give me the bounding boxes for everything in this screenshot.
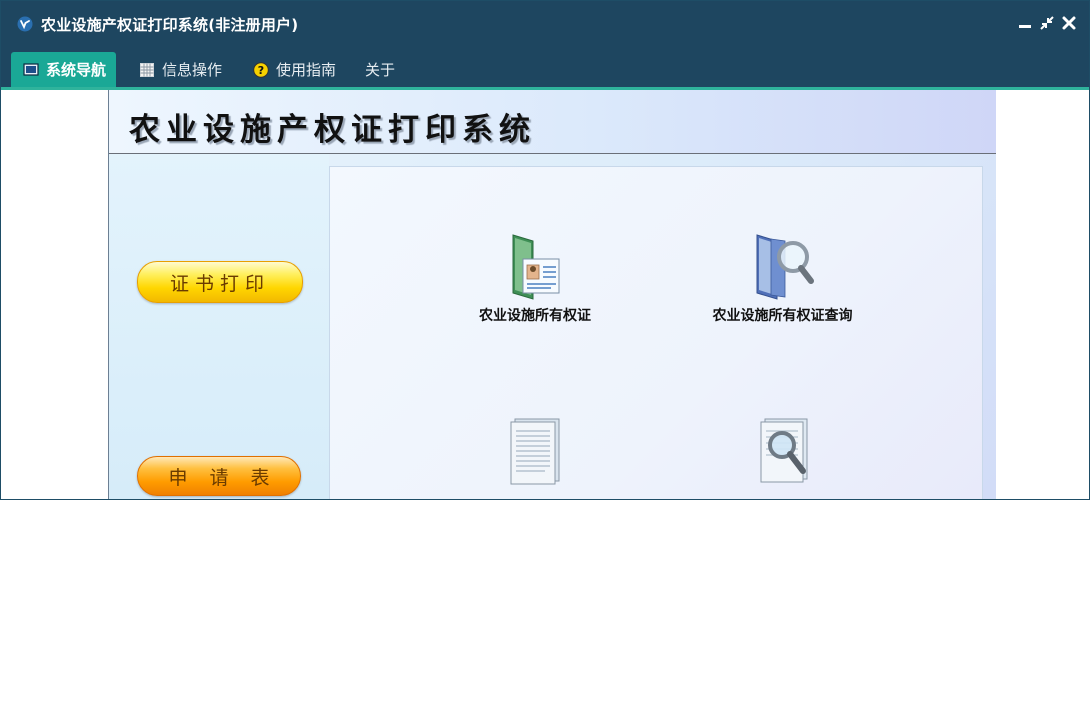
tab-user-guide[interactable]: ? 使用指南 — [253, 52, 336, 87]
tab-information-operation[interactable]: 信息操作 — [139, 52, 222, 87]
restore-icon[interactable] — [1039, 15, 1055, 31]
svg-text:?: ? — [258, 64, 264, 77]
tab-about[interactable]: 关于 — [365, 52, 395, 87]
main-panel: 农业设施所有权证 农业设施所有权证查询 — [329, 166, 983, 499]
tile-ownership-certificate-query[interactable]: 农业设施所有权证查询 — [700, 231, 865, 325]
tile-label: 农业设施所有权证 — [479, 308, 591, 324]
tab-system-navigation[interactable]: 系统导航 — [11, 52, 117, 87]
tab-label: 使用指南 — [276, 61, 337, 79]
tile-document-search[interactable] — [750, 417, 820, 489]
title-bar: 农业设施产权证打印系统(非注册用户) — [1, 1, 1089, 47]
application-form-button[interactable]: 申请表 — [137, 456, 301, 496]
monitor-icon — [23, 62, 39, 76]
grid-icon — [140, 62, 154, 77]
window-title: 农业设施产权证打印系统(非注册用户) — [41, 16, 299, 34]
left-nav: 证书打印 申请表 — [109, 154, 329, 499]
app-window: 农业设施产权证打印系统(非注册用户) 系统导航 信息操作 ? 使用指南 关于 农… — [0, 0, 1090, 500]
banner: 农业设施产权证打印系统 — [109, 90, 996, 154]
close-icon[interactable] — [1061, 15, 1077, 31]
certificate-print-button[interactable]: 证书打印 — [137, 261, 303, 303]
document-search-icon — [760, 418, 808, 483]
tile-ownership-certificate[interactable]: 农业设施所有权证 — [460, 231, 610, 325]
document-icon — [510, 418, 560, 485]
folder-search-icon — [756, 234, 814, 300]
app-panel: 农业设施产权证打印系统 证书打印 申请表 农业设施所有权证 农业设施所有权证查询 — [108, 90, 996, 499]
application-form-label: 申请表 — [168, 466, 292, 489]
tile-label: 农业设施所有权证查询 — [712, 308, 853, 324]
tab-label: 关于 — [365, 61, 396, 79]
banner-title: 农业设施产权证打印系统 — [129, 112, 536, 148]
certificate-folder-icon — [512, 234, 560, 300]
help-icon: ? — [253, 61, 269, 78]
menu-bar: 系统导航 信息操作 ? 使用指南 关于 — [1, 47, 1089, 90]
app-logo-icon — [17, 16, 33, 32]
tab-label: 信息操作 — [162, 61, 223, 79]
minimize-icon[interactable] — [1017, 15, 1033, 31]
tile-document[interactable] — [500, 417, 570, 489]
certificate-print-label: 证书打印 — [169, 272, 270, 295]
content-area: 农业设施产权证打印系统 证书打印 申请表 农业设施所有权证 农业设施所有权证查询 — [1, 90, 1089, 499]
tab-label: 系统导航 — [46, 61, 107, 79]
